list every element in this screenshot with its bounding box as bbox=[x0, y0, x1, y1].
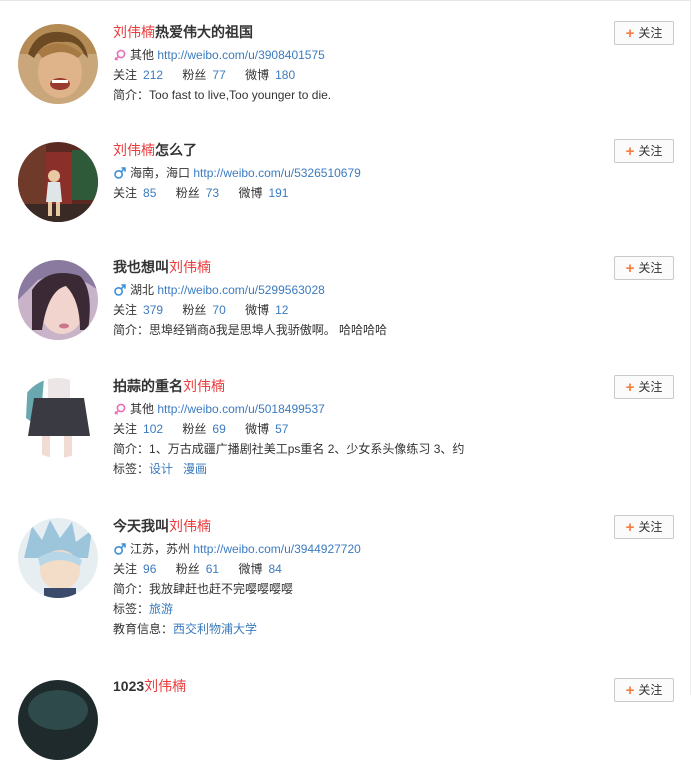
plus-icon: + bbox=[625, 379, 635, 396]
follow-count[interactable]: 212 bbox=[143, 68, 163, 82]
profile-link[interactable]: http://weibo.com/u/5018499537 bbox=[157, 402, 324, 416]
weibo-count[interactable]: 84 bbox=[268, 562, 281, 576]
bio: 简介：1、万古成疆广播剧社美工ps重名 2、少女系头像练习 3、约 bbox=[113, 442, 465, 456]
bio: 简介：思埠经销商ð我是思埠人我骄傲啊。 哈哈哈哈 bbox=[113, 323, 388, 337]
user-name[interactable]: 1023刘伟楠 bbox=[113, 677, 691, 695]
male-icon bbox=[114, 543, 126, 555]
avatar[interactable] bbox=[18, 680, 98, 760]
location: 海南，海口 bbox=[130, 166, 191, 180]
fans-count[interactable]: 69 bbox=[212, 422, 225, 436]
avatar[interactable] bbox=[18, 142, 98, 222]
follow-button[interactable]: + 关注 bbox=[614, 21, 674, 45]
follow-count[interactable]: 379 bbox=[143, 303, 163, 317]
user-name[interactable]: 今天我叫刘伟楠 bbox=[113, 517, 691, 535]
fans-count[interactable]: 77 bbox=[212, 68, 225, 82]
profile-link[interactable]: http://weibo.com/u/3944927720 bbox=[193, 542, 360, 556]
bio: 简介：Too fast to live,Too younger to die. bbox=[113, 88, 332, 102]
male-icon bbox=[114, 167, 126, 179]
tags: 标签：旅游 bbox=[113, 602, 174, 616]
fans-count[interactable]: 73 bbox=[206, 186, 219, 200]
tags: 标签：设计 漫画 bbox=[113, 462, 208, 476]
weibo-count[interactable]: 180 bbox=[275, 68, 295, 82]
plus-icon: + bbox=[625, 143, 635, 160]
follow-count[interactable]: 85 bbox=[143, 186, 156, 200]
avatar[interactable] bbox=[18, 260, 98, 340]
weibo-count[interactable]: 191 bbox=[268, 186, 288, 200]
follow-button[interactable]: + 关注 bbox=[614, 375, 674, 399]
fans-count[interactable]: 61 bbox=[206, 562, 219, 576]
avatar[interactable] bbox=[18, 378, 98, 458]
follow-button[interactable]: + 关注 bbox=[614, 139, 674, 163]
location: 江苏，苏州 bbox=[130, 542, 191, 556]
user-name[interactable]: 拍蒜的重名刘伟楠 bbox=[113, 377, 691, 395]
follow-button[interactable]: + 关注 bbox=[614, 515, 674, 539]
plus-icon: + bbox=[625, 260, 635, 277]
female-icon bbox=[114, 49, 126, 61]
plus-icon: + bbox=[625, 25, 635, 42]
location: 湖北 bbox=[130, 283, 155, 297]
tag-link[interactable]: 漫画 bbox=[183, 462, 207, 476]
plus-icon: + bbox=[625, 682, 635, 699]
avatar[interactable] bbox=[18, 518, 98, 598]
bio: 简介：我放肆赶也赶不完嘤嘤嘤嘤 bbox=[113, 582, 294, 596]
user-name[interactable]: 我也想叫刘伟楠 bbox=[113, 258, 691, 276]
school-link[interactable]: 西交利物浦大学 bbox=[173, 622, 257, 636]
user-name[interactable]: 刘伟楠怎么了 bbox=[113, 141, 691, 159]
female-icon bbox=[114, 403, 126, 415]
fans-count[interactable]: 70 bbox=[212, 303, 225, 317]
follow-count[interactable]: 102 bbox=[143, 422, 163, 436]
user-name[interactable]: 刘伟楠热爱伟大的祖国 bbox=[113, 23, 691, 41]
profile-link[interactable]: http://weibo.com/u/5299563028 bbox=[157, 283, 324, 297]
tag-link[interactable]: 设计 bbox=[149, 462, 173, 476]
weibo-count[interactable]: 57 bbox=[275, 422, 288, 436]
profile-link[interactable]: http://weibo.com/u/5326510679 bbox=[193, 166, 360, 180]
male-icon bbox=[114, 284, 126, 296]
top-border bbox=[0, 0, 691, 1]
plus-icon: + bbox=[625, 519, 635, 536]
follow-button[interactable]: + 关注 bbox=[614, 256, 674, 280]
follow-button[interactable]: + 关注 bbox=[614, 678, 674, 702]
follow-count[interactable]: 96 bbox=[143, 562, 156, 576]
weibo-count[interactable]: 12 bbox=[275, 303, 288, 317]
location: 其他 bbox=[130, 402, 155, 416]
education: 教育信息：西交利物浦大学 bbox=[113, 622, 258, 636]
tag-link[interactable]: 旅游 bbox=[149, 602, 173, 616]
avatar[interactable] bbox=[18, 24, 98, 104]
profile-link[interactable]: http://weibo.com/u/3908401575 bbox=[157, 48, 324, 62]
location: 其他 bbox=[130, 48, 155, 62]
